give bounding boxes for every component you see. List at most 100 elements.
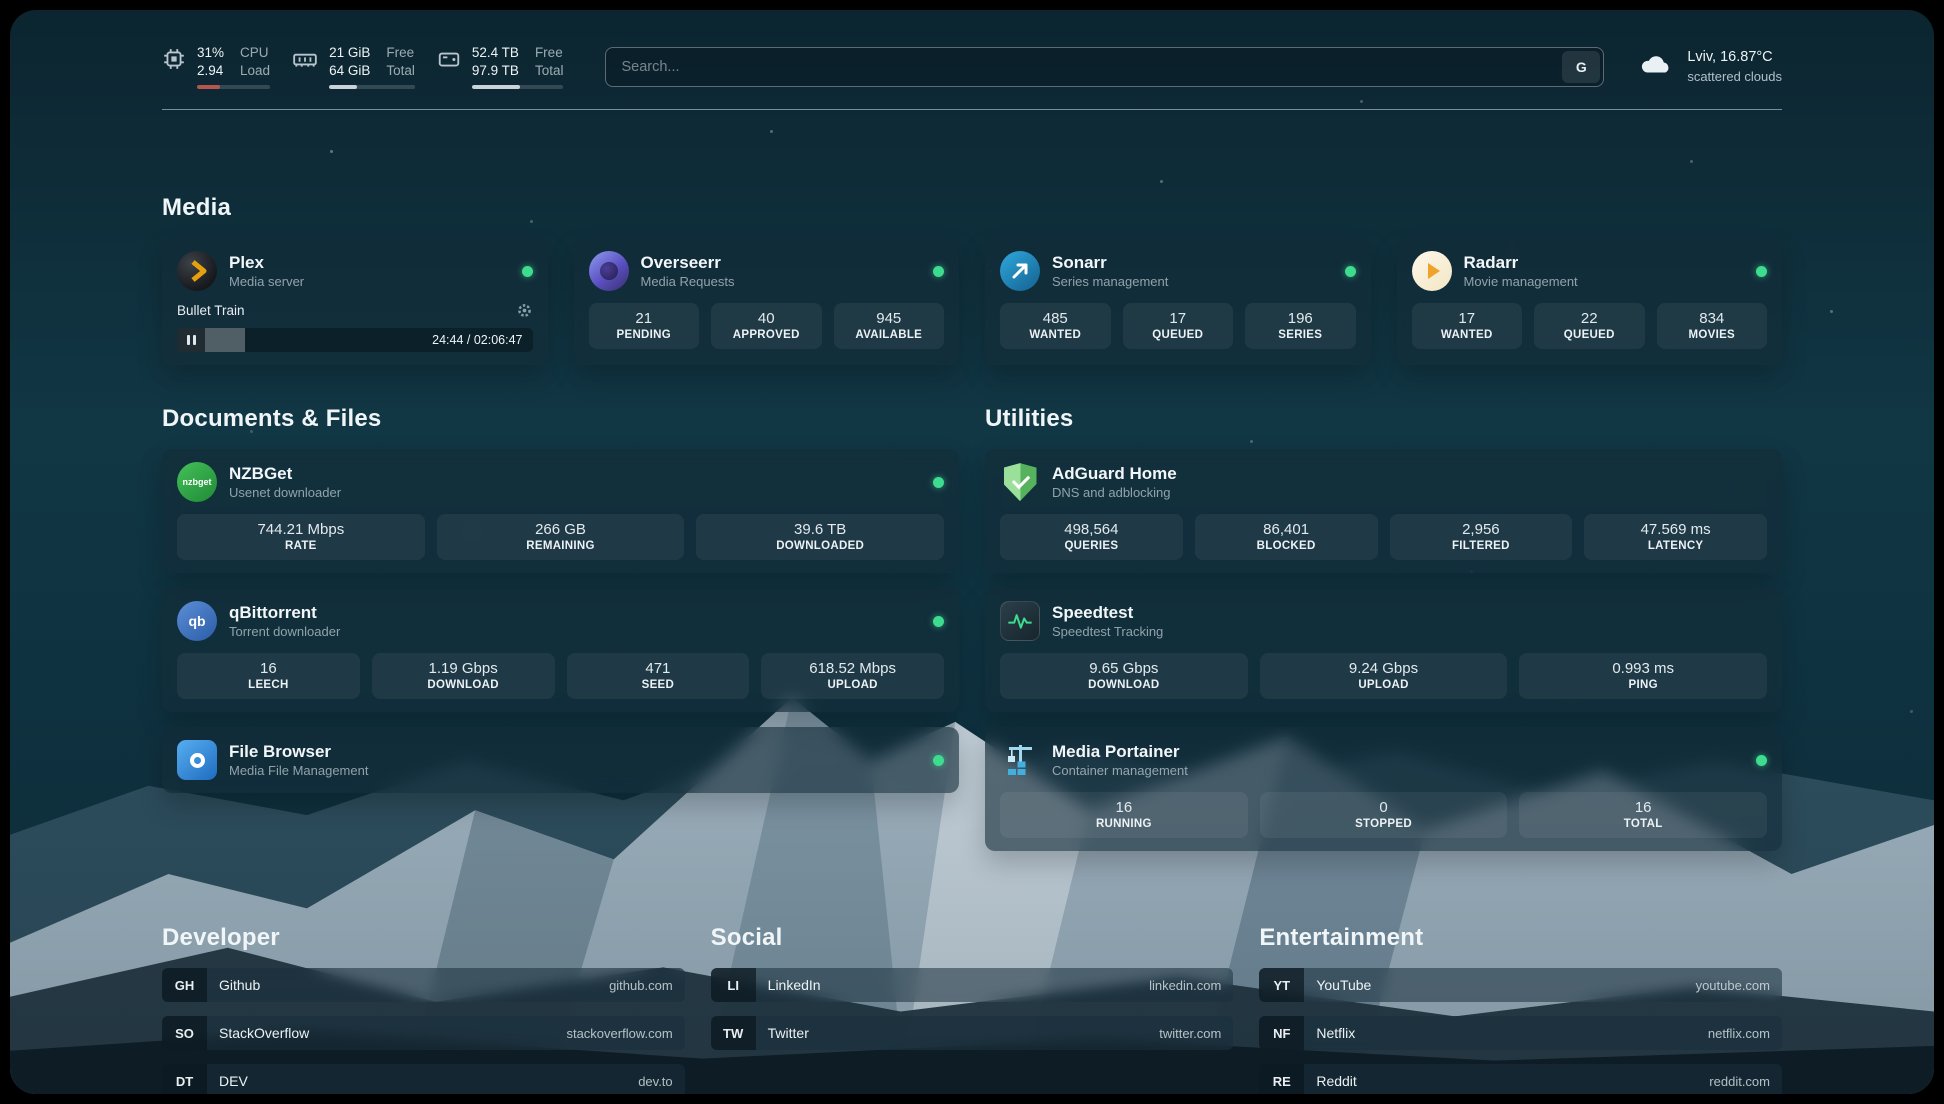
link-url: stackoverflow.com [566, 1026, 672, 1041]
app-card-portainer[interactable]: Media Portainer Container management 16 … [985, 727, 1782, 851]
pause-icon[interactable] [177, 328, 205, 352]
app-card-plex[interactable]: Plex Media server Bullet Train [162, 238, 548, 365]
stat-remaining: 266 GB REMAINING [437, 514, 685, 560]
status-dot [933, 477, 944, 488]
link-name: Netflix [1316, 1025, 1355, 1041]
weather-widget[interactable]: Lviv, 16.87°C scattered clouds [1638, 48, 1782, 85]
app-card-adguard[interactable]: AdGuard Home DNS and adblocking 498,564 … [985, 449, 1782, 573]
app-card-overseerr[interactable]: Overseerr Media Requests 21 PENDING 40 A… [574, 238, 960, 365]
disk-widget: 52.4 TB 97.9 TB Free Total [437, 44, 564, 89]
disk-total-value: 97.9 TB [472, 62, 519, 80]
stat-upload: 9.24 Gbps UPLOAD [1260, 653, 1508, 699]
link-abbr: GH [162, 968, 207, 1002]
adguard-icon [1000, 462, 1040, 502]
cpu-widget: 31% 2.94 CPU Load [162, 44, 270, 89]
app-card-filebrowser[interactable]: File Browser Media File Management [162, 727, 959, 793]
cpu-load-label: Load [240, 62, 270, 80]
app-subtitle: Speedtest Tracking [1052, 624, 1163, 641]
speedtest-icon [1000, 601, 1040, 641]
disk-free-value: 52.4 TB [472, 44, 519, 62]
disk-total-label: Total [535, 62, 564, 80]
sonarr-icon [1000, 251, 1040, 291]
weather-condition: scattered clouds [1687, 68, 1782, 86]
now-playing-title: Bullet Train [177, 303, 245, 318]
disk-icon [437, 47, 461, 76]
gear-icon[interactable] [516, 302, 533, 319]
search-engine-button[interactable]: G [1562, 51, 1600, 83]
weather-location: Lviv, 16.87°C [1687, 48, 1782, 68]
link-url: reddit.com [1709, 1074, 1770, 1089]
cpu-usage-bar [197, 85, 270, 89]
app-title: AdGuard Home [1052, 463, 1177, 485]
app-subtitle: Media Requests [641, 274, 735, 291]
app-card-speedtest[interactable]: Speedtest Speedtest Tracking 9.65 Gbps D… [985, 588, 1782, 712]
top-bar: 31% 2.94 CPU Load [162, 44, 1782, 89]
stat-queued: 22 QUEUED [1534, 303, 1645, 349]
stat-seed: 471 SEED [567, 653, 750, 699]
app-subtitle: Movie management [1464, 274, 1578, 291]
portainer-icon [1000, 740, 1040, 780]
link-name: StackOverflow [219, 1025, 309, 1041]
ram-widget: 21 GiB 64 GiB Free Total [292, 44, 415, 89]
status-dot [1756, 755, 1767, 766]
app-subtitle: Torrent downloader [229, 624, 340, 641]
link-github[interactable]: GH Github github.com [162, 968, 685, 1002]
cpu-usage-value: 31% [197, 44, 224, 62]
app-card-sonarr[interactable]: Sonarr Series management 485 WANTED 17 Q… [985, 238, 1371, 365]
cpu-label: CPU [240, 44, 270, 62]
app-title: Sonarr [1052, 252, 1168, 274]
app-subtitle: Media File Management [229, 763, 368, 780]
section-title-developer: Developer [162, 924, 685, 952]
link-netflix[interactable]: NF Netflix netflix.com [1259, 1016, 1782, 1050]
app-card-radarr[interactable]: Radarr Movie management 17 WANTED 22 QUE… [1397, 238, 1783, 365]
link-url: dev.to [638, 1074, 672, 1089]
stat-running: 16 RUNNING [1000, 792, 1248, 838]
section-title-social: Social [711, 924, 1234, 952]
link-abbr: YT [1259, 968, 1304, 1002]
stat-series: 196 SERIES [1245, 303, 1356, 349]
playback-progress-bar[interactable]: 24:44 / 02:06:47 [177, 328, 533, 352]
stat-queries: 498,564 QUERIES [1000, 514, 1183, 560]
stat-blocked: 86,401 BLOCKED [1195, 514, 1378, 560]
stat-upload: 618.52 Mbps UPLOAD [761, 653, 944, 699]
filebrowser-icon [177, 740, 217, 780]
qbittorrent-icon: qb [177, 601, 217, 641]
link-abbr: SO [162, 1016, 207, 1050]
search-input[interactable] [609, 59, 1562, 75]
status-dot [1345, 266, 1356, 277]
link-reddit[interactable]: RE Reddit reddit.com [1259, 1064, 1782, 1094]
status-dot [933, 755, 944, 766]
section-title-entertainment: Entertainment [1259, 924, 1782, 952]
stat-pending: 21 PENDING [589, 303, 700, 349]
status-dot [522, 266, 533, 277]
stat-queued: 17 QUEUED [1123, 303, 1234, 349]
app-subtitle: Container management [1052, 763, 1188, 780]
link-youtube[interactable]: YT YouTube youtube.com [1259, 968, 1782, 1002]
link-name: Github [219, 977, 260, 993]
link-dev[interactable]: DT DEV dev.to [162, 1064, 685, 1094]
section-title-documents: Documents & Files [162, 405, 959, 433]
link-name: Reddit [1316, 1073, 1356, 1089]
link-abbr: TW [711, 1016, 756, 1050]
app-subtitle: Series management [1052, 274, 1168, 291]
link-abbr: RE [1259, 1064, 1304, 1094]
disk-free-label: Free [535, 44, 564, 62]
ram-free-label: Free [386, 44, 415, 62]
ram-total-label: Total [386, 62, 415, 80]
header-divider [162, 109, 1782, 110]
cpu-icon [162, 47, 186, 76]
dashboard-frame: 31% 2.94 CPU Load [10, 10, 1934, 1094]
app-title: qBittorrent [229, 602, 340, 624]
stat-total: 16 TOTAL [1519, 792, 1767, 838]
link-twitter[interactable]: TW Twitter twitter.com [711, 1016, 1234, 1050]
link-url: linkedin.com [1149, 978, 1221, 993]
stat-ping: 0.993 ms PING [1519, 653, 1767, 699]
app-card-nzbget[interactable]: nzbget NZBGet Usenet downloader 744.21 M… [162, 449, 959, 573]
link-linkedin[interactable]: LI LinkedIn linkedin.com [711, 968, 1234, 1002]
app-title: Media Portainer [1052, 741, 1188, 763]
ram-total-value: 64 GiB [329, 62, 370, 80]
app-card-qbittorrent[interactable]: qb qBittorrent Torrent downloader 16 LEE… [162, 588, 959, 712]
stat-movies: 834 MOVIES [1657, 303, 1768, 349]
link-stackoverflow[interactable]: SO StackOverflow stackoverflow.com [162, 1016, 685, 1050]
app-subtitle: DNS and adblocking [1052, 485, 1177, 502]
